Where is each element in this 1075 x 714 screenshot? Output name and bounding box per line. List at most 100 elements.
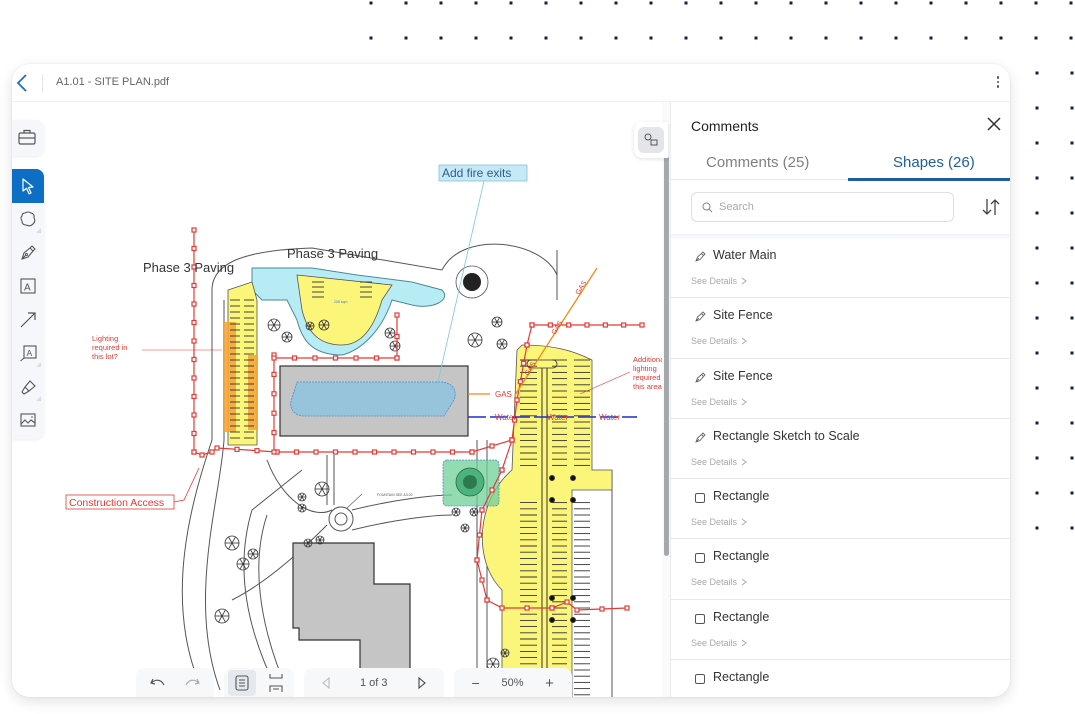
decor-dot	[1071, 212, 1074, 215]
tree	[248, 549, 258, 559]
decor-dot	[790, 37, 793, 40]
shape-list-item[interactable]: Water Main See Details	[671, 238, 1010, 298]
fence-post	[192, 228, 196, 232]
decor-dot	[1071, 247, 1074, 250]
tool-select[interactable]	[12, 169, 44, 203]
fence-post	[314, 450, 318, 454]
see-details-link[interactable]: See Details	[691, 276, 747, 286]
continuous-view-button[interactable]	[262, 670, 290, 696]
fence-post	[334, 356, 338, 360]
next-page-button[interactable]	[408, 670, 436, 696]
site-plan-drawing[interactable]: FOUNTAIN SEE A3.02	[52, 102, 670, 697]
see-details-label: See Details	[691, 276, 737, 286]
kebab-menu-icon	[997, 76, 1000, 79]
prev-page-button[interactable]	[312, 670, 340, 696]
decor-dot	[930, 37, 933, 40]
decor-dot	[1036, 422, 1039, 425]
light-pole	[571, 596, 576, 601]
fence-post	[272, 392, 276, 396]
zoom-in-button[interactable]: +	[536, 670, 564, 696]
tool-callout[interactable]: A	[12, 337, 44, 371]
shape-list-item[interactable]: Rectangle See Details	[671, 539, 1010, 599]
fence-post	[235, 447, 239, 451]
tree	[282, 332, 292, 342]
tab-shapes[interactable]: Shapes (26)	[893, 154, 975, 171]
scrollbar-thumb[interactable]	[664, 156, 669, 556]
fence-post	[478, 533, 482, 537]
water-label: Water	[599, 413, 620, 422]
next-page-icon	[416, 676, 428, 690]
fence-post	[192, 395, 196, 399]
see-details-label: See Details	[691, 397, 737, 407]
redo-button[interactable]	[178, 670, 206, 696]
phase-3-paving-label: Phase 3 Paving	[287, 246, 378, 261]
shape-list-item[interactable]: Rectangle See Details	[671, 660, 1010, 697]
tree	[468, 333, 482, 347]
see-details-link[interactable]: See Details	[691, 517, 747, 527]
tool-pen[interactable]	[12, 236, 44, 270]
submenu-indicator	[36, 396, 41, 401]
decor-dot	[1036, 212, 1039, 215]
document-viewer[interactable]: FOUNTAIN SEE A3.02	[12, 102, 670, 697]
decor-dot	[1071, 72, 1074, 75]
decor-dot	[895, 37, 898, 40]
back-button[interactable]	[14, 72, 32, 94]
fence-post	[392, 450, 396, 454]
tree	[461, 524, 469, 532]
briefcase-button[interactable]	[12, 120, 44, 156]
decor-dot	[580, 2, 583, 5]
shape-list-item[interactable]: Rectangle See Details	[671, 479, 1010, 539]
tool-highlighter[interactable]	[12, 370, 44, 404]
decor-dot	[1070, 37, 1073, 40]
decor-dot	[405, 37, 408, 40]
shapes-icon	[643, 132, 659, 148]
single-page-view-button[interactable]	[228, 670, 256, 696]
light-pole	[571, 476, 576, 481]
chevron-right-icon	[741, 337, 747, 345]
water-label: Water	[547, 413, 568, 422]
shape-name: Rectangle	[713, 489, 769, 503]
see-details-link[interactable]: See Details	[691, 336, 747, 346]
decor-dot	[1071, 177, 1074, 180]
decor-dot	[1036, 317, 1039, 320]
arrow-icon	[19, 311, 37, 329]
undo-button[interactable]	[144, 670, 172, 696]
tool-arrow[interactable]	[12, 303, 44, 337]
decor-dot	[755, 37, 758, 40]
bottom-toolbar: 1 of 3 − 50% +	[136, 668, 572, 697]
decor-dot	[1036, 142, 1039, 145]
decor-dot	[1071, 282, 1074, 285]
shape-list-item[interactable]: Site Fence See Details	[671, 359, 1010, 419]
tab-comments[interactable]: Comments (25)	[706, 154, 809, 171]
tool-text-box[interactable]: A	[12, 270, 44, 304]
fence-post	[272, 372, 276, 376]
shape-list-item[interactable]: Rectangle See Details	[671, 600, 1010, 660]
fountain-leader	[347, 494, 362, 508]
tree	[298, 493, 306, 501]
tool-cloud-shape[interactable]	[12, 203, 44, 237]
decor-dot	[1071, 142, 1074, 145]
decor-dot	[685, 2, 688, 5]
fence-post	[548, 323, 552, 327]
fence-post	[625, 606, 629, 610]
shape-list-item[interactable]: Rectangle Sketch to Scale See Details	[671, 419, 1010, 479]
zoom-out-button[interactable]: −	[462, 670, 490, 696]
fence-post	[518, 380, 522, 384]
search-input[interactable]	[719, 201, 939, 213]
see-details-link[interactable]: See Details	[691, 397, 747, 407]
fence-post	[272, 431, 276, 435]
sort-button[interactable]	[980, 196, 1002, 218]
annotation-toolbar: A A	[12, 169, 44, 439]
shapes-panel-toggle[interactable]	[634, 122, 668, 158]
see-details-link[interactable]: See Details	[691, 577, 747, 587]
road-outline	[205, 300, 224, 690]
more-menu-button[interactable]	[994, 74, 1002, 92]
tree	[390, 341, 400, 351]
shape-list-item[interactable]: Site Fence See Details	[671, 298, 1010, 358]
tool-image[interactable]	[12, 404, 44, 438]
see-details-link[interactable]: See Details	[691, 638, 747, 648]
see-details-link[interactable]: See Details	[691, 457, 747, 467]
callout-icon: A	[19, 344, 37, 362]
close-panel-button[interactable]	[986, 116, 1002, 132]
chevron-left-icon	[14, 72, 32, 94]
